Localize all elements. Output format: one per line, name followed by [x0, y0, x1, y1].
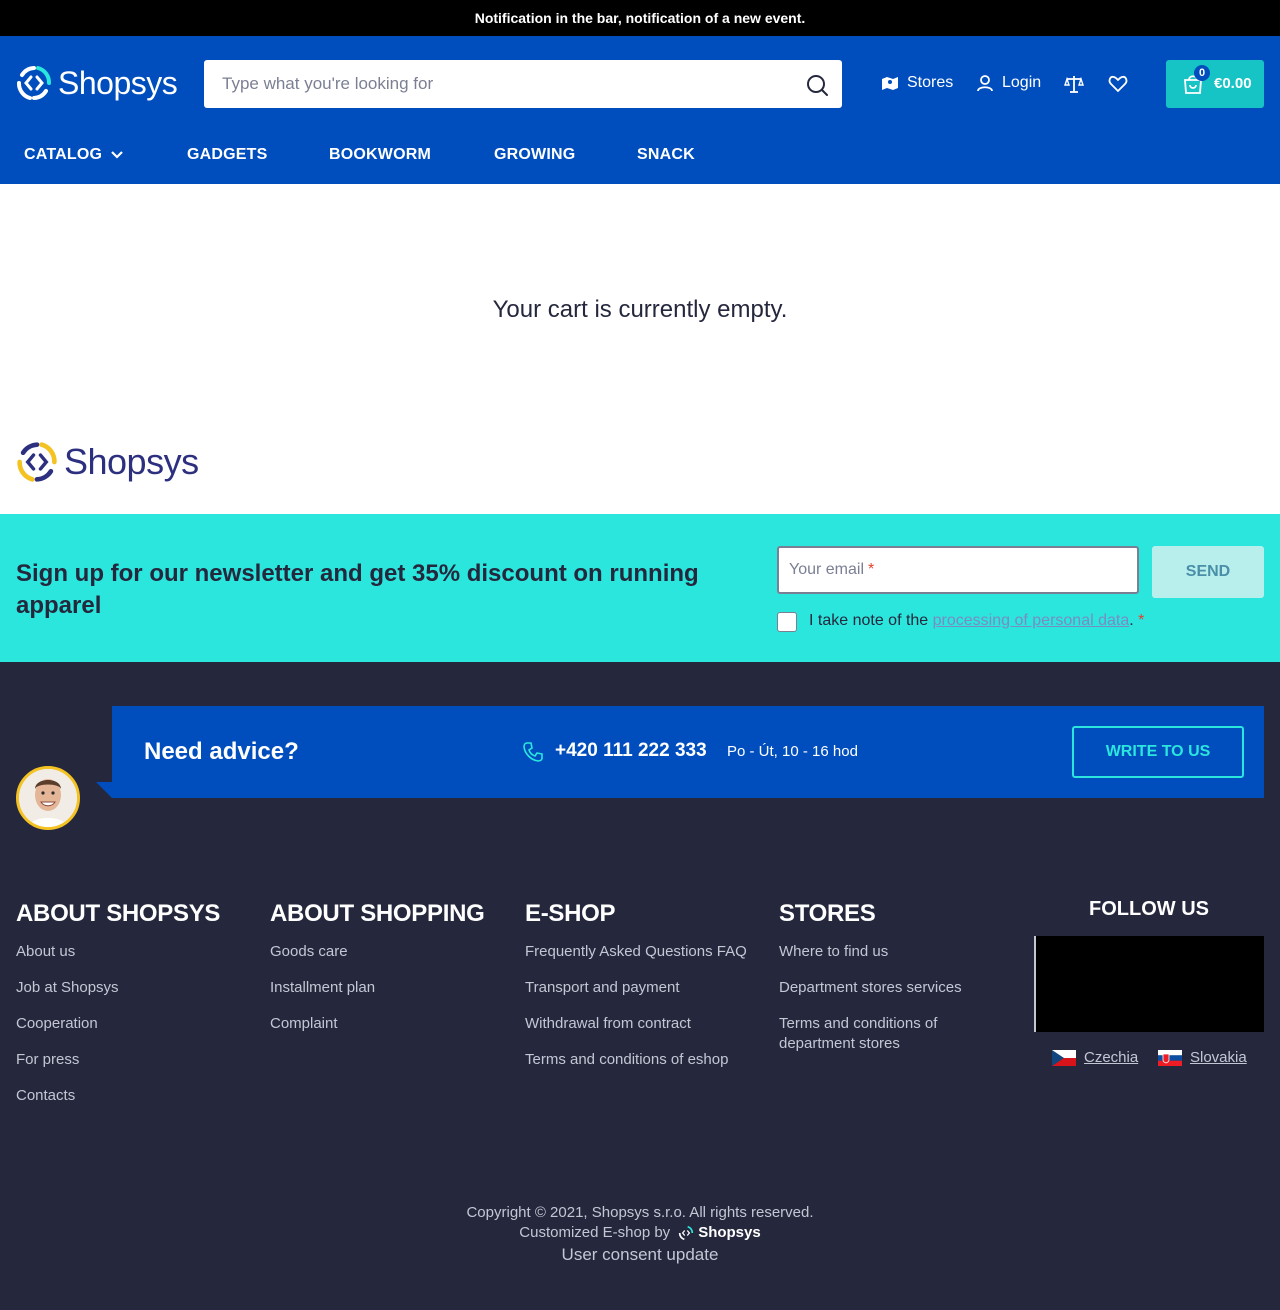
- cart-button[interactable]: 0 €0.00: [1166, 60, 1264, 108]
- chevron-down-icon: [111, 151, 123, 159]
- credit-logo-text: Shopsys: [698, 1224, 761, 1241]
- newsletter-title: Sign up for our newsletter and get 35% d…: [16, 560, 699, 619]
- nav-item-growing[interactable]: GROWING: [494, 146, 637, 164]
- cart-count-badge: 0: [1194, 65, 1210, 81]
- heart-icon[interactable]: [1108, 74, 1128, 94]
- footer-link[interactable]: Terms and conditions of eshop: [525, 1050, 765, 1070]
- built-by-text: Customized E-shop by: [519, 1224, 671, 1241]
- footer-link[interactable]: Terms and conditions of department store…: [779, 1014, 989, 1054]
- footer-column-title: STORES: [779, 900, 876, 927]
- logo-text: Shopsys: [64, 441, 199, 482]
- newsletter-send-button[interactable]: SEND: [1152, 546, 1264, 598]
- newsletter-email-field[interactable]: Your email *: [777, 546, 1139, 594]
- footer-link[interactable]: Department stores services: [779, 978, 989, 998]
- footer-link[interactable]: Installment plan: [270, 978, 510, 998]
- required-mark: *: [1138, 612, 1145, 629]
- footer-column-title: E-SHOP: [525, 900, 616, 927]
- shopsys-logo-icon: [679, 1225, 694, 1240]
- write-to-us-button[interactable]: WRITE TO US: [1072, 726, 1244, 778]
- slovak-flag-icon: [1158, 1049, 1182, 1066]
- login-link[interactable]: Login: [976, 74, 1041, 92]
- advice-phone[interactable]: +420 111 222 333: [555, 740, 707, 762]
- nav-item-gadgets[interactable]: GADGETS: [187, 146, 329, 164]
- footer-column-title: ABOUT SHOPPING: [270, 900, 485, 927]
- advice-banner: Need advice? +420 111 222 333 Po - Út, 1…: [112, 706, 1264, 798]
- footer-column-about-shopping: ABOUT SHOPPING Goods care Installment pl…: [270, 900, 510, 1050]
- phone-icon: [523, 742, 543, 762]
- nav-item-label: SNACK: [637, 146, 695, 163]
- footer-column-about-shopsys: ABOUT SHOPSYS About us Job at Shopsys Co…: [16, 900, 256, 1122]
- shopsys-logo-icon: [17, 66, 51, 100]
- nav-item-bookworm[interactable]: BOOKWORM: [329, 146, 494, 164]
- footer-link[interactable]: Job at Shopsys: [16, 978, 256, 998]
- footer-link[interactable]: Transport and payment: [525, 978, 765, 998]
- footer-link[interactable]: Cooperation: [16, 1014, 256, 1034]
- nav-item-label: GROWING: [494, 146, 576, 163]
- search-icon[interactable]: [806, 74, 828, 96]
- country-label: Slovakia: [1190, 1049, 1247, 1066]
- footer-link[interactable]: Contacts: [16, 1086, 256, 1106]
- advice-title: Need advice?: [144, 738, 299, 765]
- map-icon: [882, 77, 898, 90]
- stores-label: Stores: [907, 74, 954, 91]
- search-box: [204, 60, 842, 108]
- cart-price: €0.00: [1214, 75, 1252, 92]
- advice-bubble-notch: [96, 782, 112, 798]
- nav-item-label: CATALOG: [24, 146, 103, 163]
- nav-item-snack[interactable]: SNACK: [637, 146, 695, 164]
- notification-bar: Notification in the bar, notification of…: [0, 0, 1280, 36]
- country-link-czechia[interactable]: Czechia: [1052, 1049, 1138, 1066]
- newsletter-section: Sign up for our newsletter and get 35% d…: [0, 514, 1280, 662]
- consent-checkbox[interactable]: [777, 612, 797, 632]
- person-face-icon: [19, 769, 77, 827]
- user-consent-update-link[interactable]: User consent update: [0, 1245, 1280, 1265]
- footer-link[interactable]: About us: [16, 942, 256, 962]
- country-label: Czechia: [1084, 1049, 1139, 1066]
- consent-prefix: I take note of the: [809, 612, 929, 629]
- shopsys-credit-logo[interactable]: Shopsys: [678, 1224, 761, 1241]
- advice-hours: Po - Út, 10 - 16 hod: [727, 743, 858, 760]
- shopsys-logo-icon: [17, 442, 57, 482]
- main-nav: CATALOG GADGETS BOOKWORM GROWING SNACK: [24, 146, 695, 164]
- site-logo[interactable]: Shopsys: [16, 64, 178, 102]
- footer-column-title: ABOUT SHOPSYS: [16, 900, 221, 927]
- nav-item-catalog[interactable]: CATALOG: [24, 146, 187, 164]
- footer-column-stores: STORES Where to find us Department store…: [779, 900, 989, 1070]
- email-placeholder: Your email: [789, 561, 865, 578]
- personal-data-link[interactable]: processing of personal data: [933, 612, 1130, 629]
- empty-cart-message: Your cart is currently empty.: [492, 296, 788, 323]
- required-mark: *: [868, 561, 875, 578]
- social-video-embed[interactable]: [1034, 936, 1264, 1032]
- copyright-text: Copyright © 2021, Shopsys s.r.o. All rig…: [466, 1204, 814, 1221]
- search-input[interactable]: [204, 61, 784, 107]
- footer-logo[interactable]: Shopsys: [16, 440, 199, 484]
- nav-item-label: BOOKWORM: [329, 146, 432, 163]
- login-label: Login: [1002, 74, 1042, 91]
- site-footer: Need advice? +420 111 222 333 Po - Út, 1…: [0, 662, 1280, 1310]
- notification-text: Notification in the bar, notification of…: [474, 10, 806, 26]
- built-by: Customized E-shop by Shopsys: [0, 1224, 1280, 1241]
- site-header: Shopsys Stores Login: [0, 36, 1280, 184]
- footer-column-eshop: E-SHOP Frequently Asked Questions FAQ Tr…: [525, 900, 765, 1086]
- footer-link[interactable]: Goods care: [270, 942, 510, 962]
- nav-item-label: GADGETS: [187, 146, 268, 163]
- consent-label: I take note of the processing of persona…: [809, 612, 1144, 630]
- user-icon: [977, 75, 993, 92]
- follow-us-title: FOLLOW US: [1089, 898, 1209, 920]
- czech-flag-icon: [1052, 1049, 1076, 1066]
- footer-link[interactable]: Where to find us: [779, 942, 989, 962]
- footer-link[interactable]: Complaint: [270, 1014, 510, 1034]
- footer-link[interactable]: Frequently Asked Questions FAQ: [525, 942, 765, 962]
- logo-text: Shopsys: [58, 64, 178, 101]
- footer-link[interactable]: Withdrawal from contract: [525, 1014, 765, 1034]
- compare-icon[interactable]: [1064, 74, 1084, 94]
- country-link-slovakia[interactable]: Slovakia: [1158, 1049, 1247, 1066]
- advisor-avatar: [16, 766, 80, 830]
- footer-link[interactable]: For press: [16, 1050, 256, 1070]
- stores-link[interactable]: Stores: [881, 74, 953, 92]
- consent-suffix: .: [1129, 612, 1134, 629]
